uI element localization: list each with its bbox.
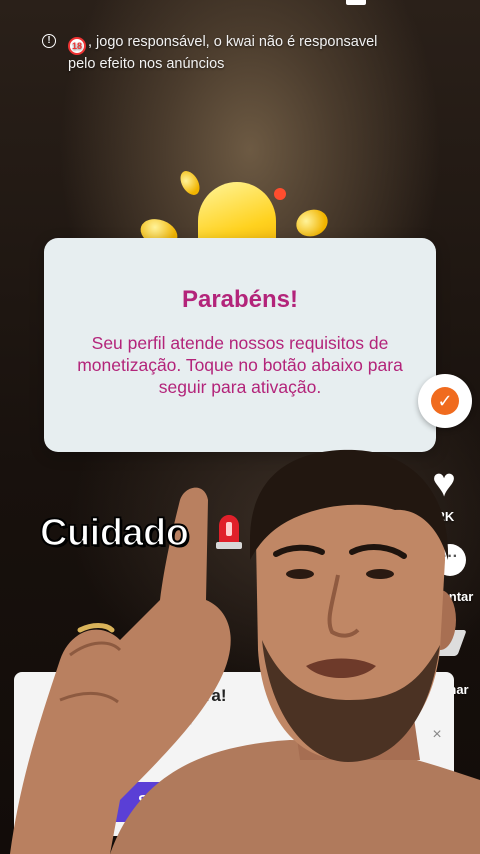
ad-title: gora! <box>184 686 227 705</box>
ad-tag: AD <box>173 715 193 725</box>
monetization-popup[interactable]: Parabéns! Seu perfil atende nossos requi… <box>44 238 436 452</box>
ad-cta-button[interactable]: Sa <box>74 782 414 822</box>
check-badge-icon: ✓ <box>431 387 459 415</box>
popup-body: Seu perfil atende nossos requisitos de m… <box>77 333 403 397</box>
ad-disclaimer: ! 18, jogo responsável, o kwai não é res… <box>42 33 422 74</box>
disclaimer-text-2: pelo efeito nos anúncios <box>68 56 225 72</box>
comment-label: mentar <box>430 589 474 604</box>
popup-title: Parabéns! <box>181 286 299 313</box>
ad-panel[interactable]: gora! ens! AD × Sa <box>14 672 454 836</box>
follow-button[interactable]: ✓ <box>418 374 472 428</box>
comment-icon[interactable]: ··· <box>434 544 466 576</box>
heart-icon[interactable]: ♥ <box>424 463 464 503</box>
drag-handle[interactable] <box>346 0 366 5</box>
coin-icon <box>292 205 332 241</box>
close-icon[interactable]: × <box>428 726 446 744</box>
like-count: .2K <box>434 509 455 524</box>
info-circle-icon: ! <box>42 34 56 48</box>
disclaimer-text-1: , jogo responsável, o kwai não é respons… <box>88 34 378 50</box>
siren-icon <box>216 515 242 549</box>
disclaimer-line-1: 18, jogo responsável, o kwai não é respo… <box>42 33 422 55</box>
ad-subtitle-text: ens! <box>144 712 169 727</box>
age-18-icon: 18 <box>68 37 86 55</box>
ad-subtitle: ens! AD <box>144 712 193 727</box>
coin-icon <box>176 167 204 199</box>
notification-dot <box>274 188 286 200</box>
caption-text: Cuidado <box>39 511 189 555</box>
